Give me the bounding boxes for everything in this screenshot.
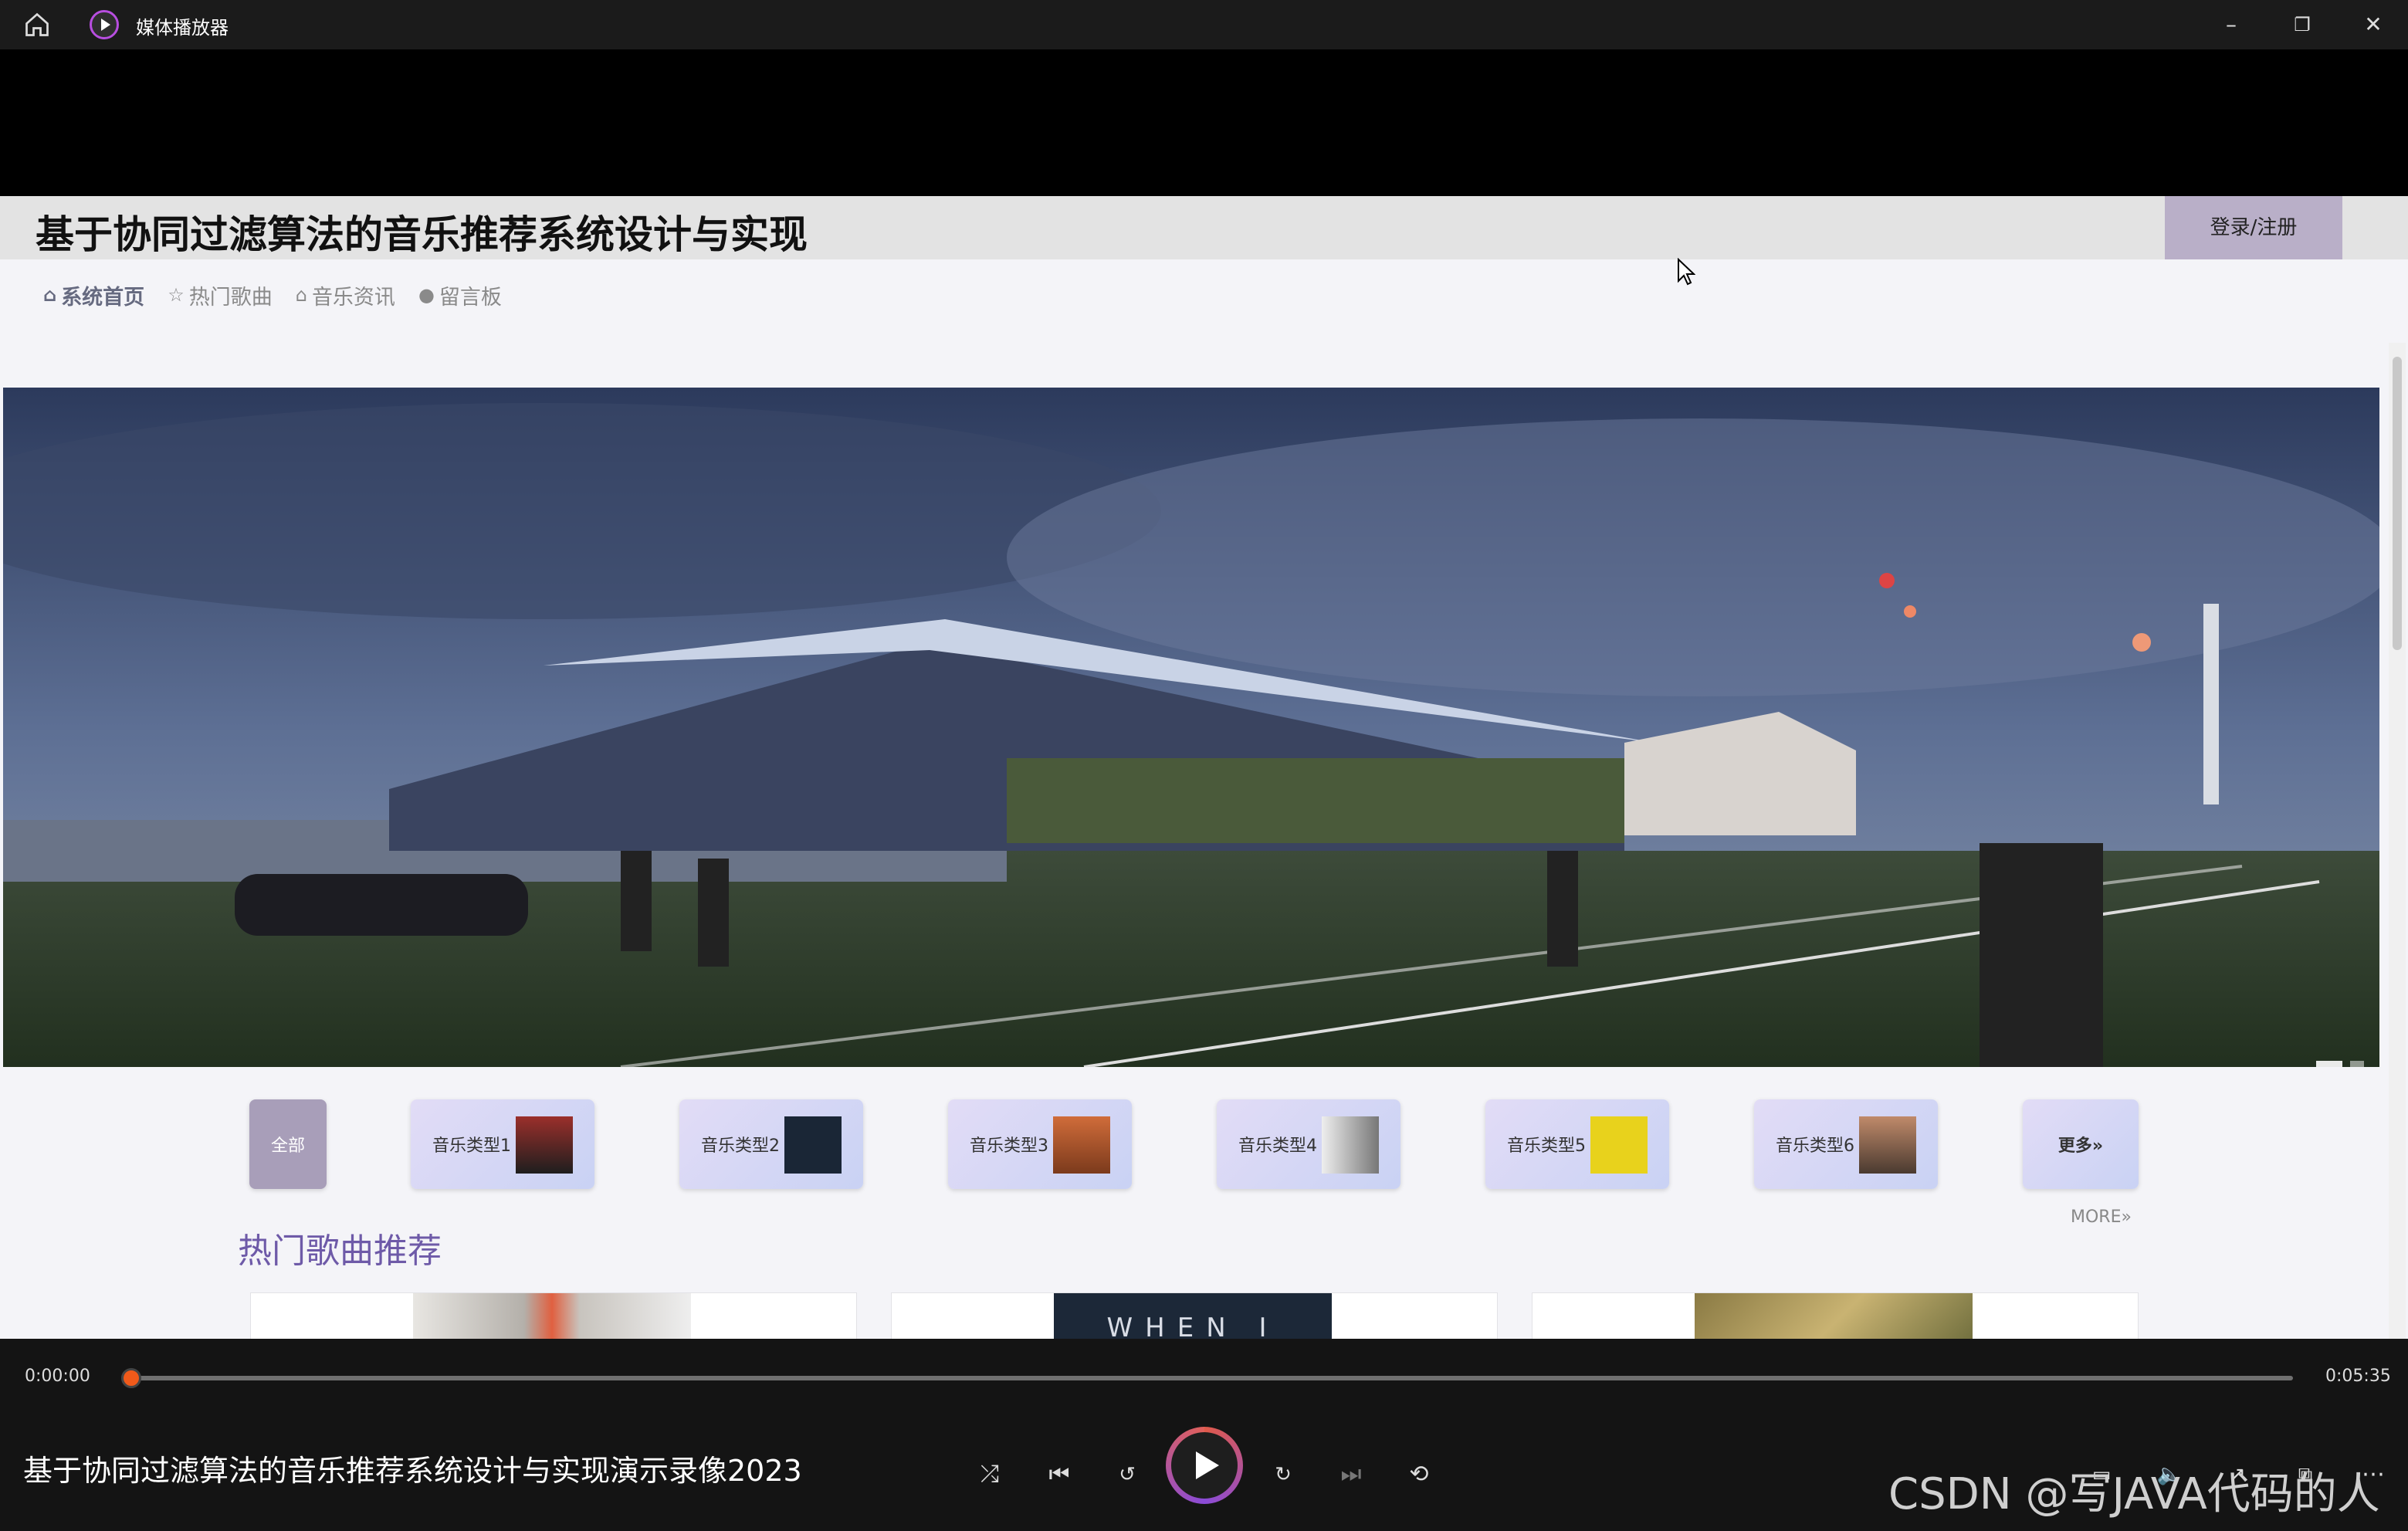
song-card[interactable] bbox=[250, 1292, 857, 1339]
song-card[interactable] bbox=[1532, 1292, 2139, 1339]
category-all[interactable]: 全部 bbox=[249, 1099, 327, 1189]
nav-item-music-news[interactable]: ⌂ 音乐资讯 bbox=[296, 279, 395, 310]
song-card[interactable]: WHEN I bbox=[891, 1292, 1498, 1339]
repeat-off-icon[interactable]: ⟲ bbox=[1402, 1458, 1436, 1492]
banner-dot-active[interactable] bbox=[2316, 1061, 2342, 1067]
video-area[interactable]: 基于协同过滤算法的音乐推荐系统设计与实现 登录/注册 ⌂ 系统首页 ☆ 热门歌曲… bbox=[0, 49, 2408, 1339]
seek-thumb[interactable] bbox=[121, 1368, 141, 1388]
category-5[interactable]: 音乐类型5 bbox=[1485, 1099, 1669, 1189]
page-scrollbar[interactable] bbox=[2389, 343, 2406, 1339]
album-thumbnail bbox=[516, 1116, 573, 1174]
nav-item-message-board[interactable]: ● 留言板 bbox=[418, 279, 502, 310]
seek-bar[interactable] bbox=[131, 1376, 2293, 1380]
nav-label: 系统首页 bbox=[61, 285, 145, 310]
song-cover bbox=[413, 1293, 691, 1339]
song-cover: WHEN I bbox=[1054, 1293, 1332, 1339]
nav-label: 热门歌曲 bbox=[188, 285, 273, 310]
previous-icon[interactable]: ⏮ bbox=[1042, 1458, 1076, 1492]
alert-icon: ● bbox=[418, 284, 435, 306]
category-3[interactable]: 音乐类型3 bbox=[948, 1099, 1132, 1189]
bag-icon: ⌂ bbox=[295, 284, 307, 306]
hot-songs-title: 热门歌曲推荐 bbox=[238, 1231, 442, 1271]
title-bar: 媒体播放器 – ❐ ✕ bbox=[0, 0, 2408, 49]
banner-dot[interactable] bbox=[2350, 1061, 2364, 1067]
nav-item-hot-songs[interactable]: ☆ 热门歌曲 bbox=[168, 279, 273, 310]
album-thumbnail bbox=[1859, 1116, 1916, 1174]
banner-image[interactable] bbox=[3, 388, 2379, 1067]
mouse-cursor-icon bbox=[1678, 258, 1695, 286]
close-button[interactable]: ✕ bbox=[2356, 8, 2390, 42]
skip-forward-30-icon[interactable]: ↻ bbox=[1266, 1458, 1300, 1492]
login-register-button[interactable]: 登录/注册 bbox=[2165, 196, 2342, 259]
category-label: 音乐类型2 bbox=[701, 1136, 780, 1156]
category-label: 更多» bbox=[2057, 1136, 2104, 1156]
category-label: 全部 bbox=[270, 1136, 305, 1156]
media-player-app-icon bbox=[90, 10, 119, 39]
nav-label: 音乐资讯 bbox=[311, 285, 395, 310]
nav-label: 留言板 bbox=[439, 285, 502, 310]
media-title: 基于协同过滤算法的音乐推荐系统设计与实现演示录像2023 bbox=[23, 1454, 802, 1488]
scrollbar-thumb[interactable] bbox=[2393, 357, 2402, 650]
album-thumbnail bbox=[1322, 1116, 1379, 1174]
nav-item-home[interactable]: ⌂ 系统首页 bbox=[43, 279, 144, 310]
home-icon: ⌂ bbox=[43, 284, 57, 306]
restore-button[interactable]: ❐ bbox=[2285, 8, 2319, 42]
category-6[interactable]: 音乐类型6 bbox=[1754, 1099, 1938, 1189]
web-page: 基于协同过滤算法的音乐推荐系统设计与实现 登录/注册 ⌂ 系统首页 ☆ 热门歌曲… bbox=[0, 196, 2408, 1339]
site-nav: ⌂ 系统首页 ☆ 热门歌曲 ⌂ 音乐资讯 ● 留言板 bbox=[43, 279, 502, 310]
site-header: 基于协同过滤算法的音乐推荐系统设计与实现 登录/注册 bbox=[0, 196, 2408, 259]
album-thumbnail bbox=[784, 1116, 842, 1174]
more-link[interactable]: MORE» bbox=[2071, 1208, 2132, 1227]
song-cover bbox=[1695, 1293, 1973, 1339]
skip-back-10-icon[interactable]: ↺ bbox=[1110, 1458, 1144, 1492]
shuffle-icon[interactable]: ⤮ bbox=[973, 1458, 1007, 1492]
category-1[interactable]: 音乐类型1 bbox=[411, 1099, 594, 1189]
category-row: 全部 音乐类型1 音乐类型2 音乐类型3 音乐类型4 音乐类型5 音乐类型6 更… bbox=[0, 1099, 2408, 1192]
home-icon[interactable] bbox=[23, 11, 51, 39]
category-label: 音乐类型6 bbox=[1776, 1136, 1854, 1156]
current-time: 0:00:00 bbox=[25, 1367, 90, 1386]
site-title: 基于协同过滤算法的音乐推荐系统设计与实现 bbox=[36, 212, 808, 257]
category-more[interactable]: 更多» bbox=[2023, 1099, 2139, 1189]
category-label: 音乐类型4 bbox=[1238, 1136, 1317, 1156]
watermark: CSDN @写JAVA代码的人 bbox=[1888, 1469, 2380, 1519]
category-label: 音乐类型5 bbox=[1507, 1136, 1586, 1156]
category-2[interactable]: 音乐类型2 bbox=[679, 1099, 863, 1189]
app-title: 媒体播放器 bbox=[136, 17, 229, 39]
play-button[interactable] bbox=[1166, 1427, 1243, 1504]
play-icon bbox=[1171, 1432, 1238, 1499]
category-label: 音乐类型1 bbox=[432, 1136, 511, 1156]
category-4[interactable]: 音乐类型4 bbox=[1217, 1099, 1400, 1189]
category-label: 音乐类型3 bbox=[970, 1136, 1048, 1156]
next-icon[interactable]: ⏭ bbox=[1334, 1458, 1368, 1492]
album-thumbnail bbox=[1053, 1116, 1110, 1174]
total-time: 0:05:35 bbox=[2325, 1367, 2391, 1386]
minimize-button[interactable]: – bbox=[2214, 8, 2248, 42]
star-icon: ☆ bbox=[168, 284, 185, 306]
album-thumbnail bbox=[1590, 1116, 1648, 1174]
